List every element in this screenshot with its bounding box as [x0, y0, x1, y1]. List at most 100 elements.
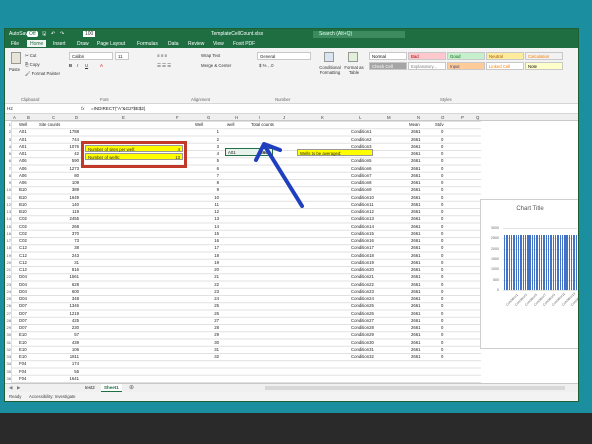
- wrap-text-button[interactable]: Wrap Text: [201, 53, 220, 58]
- tab-review[interactable]: Review: [188, 41, 204, 47]
- site-count-cell[interactable]: 109: [63, 180, 79, 185]
- site-count-cell[interactable]: 1561: [63, 274, 79, 279]
- site-count-cell[interactable]: 1219: [63, 311, 79, 316]
- condition-cell[interactable]: Condition16: [351, 238, 374, 243]
- site-count-cell[interactable]: 1641: [63, 376, 79, 381]
- format-painter-button[interactable]: 🖌 Format Painter: [25, 71, 60, 77]
- row-number[interactable]: 6: [5, 158, 11, 163]
- g-index-cell[interactable]: 7: [211, 173, 219, 178]
- row-number[interactable]: 4: [5, 144, 11, 149]
- mean-cell[interactable]: 2661: [411, 303, 421, 308]
- tab-home[interactable]: Home: [27, 40, 47, 48]
- font-name-select[interactable]: Calibri: [69, 52, 113, 60]
- mean-cell[interactable]: 2661: [411, 311, 421, 316]
- row-number[interactable]: 11: [5, 195, 11, 200]
- well-cell[interactable]: A01: [19, 144, 27, 149]
- save-icon[interactable]: 🖫: [42, 31, 46, 39]
- column-header-O[interactable]: O: [441, 115, 444, 120]
- column-header-M[interactable]: M: [387, 115, 391, 120]
- next-sheet-icon[interactable]: ▶: [17, 385, 20, 391]
- condition-cell[interactable]: Condition19: [351, 260, 374, 265]
- add-sheet-icon[interactable]: ⊕: [129, 384, 134, 391]
- stdv-cell[interactable]: 0: [441, 267, 443, 272]
- cell-style-5[interactable]: Check Cell: [369, 62, 407, 70]
- stdv-cell[interactable]: 0: [441, 274, 443, 279]
- g-index-cell[interactable]: 9: [211, 187, 219, 192]
- mean-cell[interactable]: 2661: [411, 238, 421, 243]
- row-number[interactable]: 5: [5, 151, 11, 156]
- condition-cell[interactable]: Condition31: [351, 347, 374, 352]
- g-index-cell[interactable]: 23: [211, 289, 219, 294]
- condition-cell[interactable]: Condition20: [351, 267, 374, 272]
- row-number[interactable]: 17: [5, 238, 11, 243]
- row-number[interactable]: 24: [5, 289, 11, 294]
- stdv-cell[interactable]: 0: [441, 216, 443, 221]
- column-header-K[interactable]: K: [321, 115, 324, 120]
- stdv-cell[interactable]: 0: [441, 195, 443, 200]
- tab-foxit-pdf[interactable]: Foxit PDF: [233, 41, 255, 47]
- mean-cell[interactable]: 2661: [411, 129, 421, 134]
- mean-cell[interactable]: 2661: [411, 340, 421, 345]
- row-number[interactable]: 29: [5, 325, 11, 330]
- site-count-cell[interactable]: 628: [63, 282, 79, 287]
- cell-style-0[interactable]: Normal: [369, 52, 407, 60]
- mean-cell[interactable]: 2661: [411, 151, 421, 156]
- g-index-cell[interactable]: 10: [211, 195, 219, 200]
- stdv-cell[interactable]: 0: [441, 332, 443, 337]
- mean-cell[interactable]: 2661: [411, 296, 421, 301]
- well-cell[interactable]: C02: [19, 231, 27, 236]
- condition-cell[interactable]: Condition29: [351, 332, 374, 337]
- well-cell[interactable]: C12: [19, 253, 27, 258]
- condition-cell[interactable]: Condition6: [351, 166, 372, 171]
- site-count-cell[interactable]: 439: [63, 340, 79, 345]
- stdv-cell[interactable]: 0: [441, 209, 443, 214]
- site-count-cell[interactable]: 243: [63, 253, 79, 258]
- condition-cell[interactable]: Condition26: [351, 311, 374, 316]
- number-of-wells-cell[interactable]: Number of wells: 13: [85, 153, 183, 160]
- condition-cell[interactable]: Condition24: [351, 296, 374, 301]
- stdv-cell[interactable]: 0: [441, 340, 443, 345]
- g-index-cell[interactable]: 31: [211, 347, 219, 352]
- g-index-cell[interactable]: 11: [211, 202, 219, 207]
- site-count-cell[interactable]: 73: [63, 238, 79, 243]
- site-count-cell[interactable]: 80: [63, 173, 79, 178]
- well-cell[interactable]: A01: [19, 129, 27, 134]
- font-color-icon[interactable]: A: [100, 63, 103, 68]
- row-number[interactable]: 27: [5, 311, 11, 316]
- cell-style-1[interactable]: Bad: [408, 52, 446, 60]
- row-number[interactable]: 16: [5, 231, 11, 236]
- row-number[interactable]: 35: [5, 369, 11, 374]
- column-header-F[interactable]: F: [176, 115, 179, 120]
- row-number[interactable]: 10: [5, 187, 11, 192]
- site-count-cell[interactable]: 389: [63, 187, 79, 192]
- tab-insert[interactable]: Insert: [53, 41, 66, 47]
- mean-cell[interactable]: 2661: [411, 354, 421, 359]
- site-count-cell[interactable]: 38: [63, 245, 79, 250]
- row-number[interactable]: 26: [5, 303, 11, 308]
- row-number[interactable]: 23: [5, 282, 11, 287]
- well-cell[interactable]: F04: [19, 369, 26, 374]
- cell-style-6[interactable]: Explanatory...: [408, 62, 446, 70]
- column-header-P[interactable]: P: [461, 115, 464, 120]
- font-size-select[interactable]: 11: [115, 52, 129, 60]
- zoom-select[interactable]: 100: [83, 31, 96, 37]
- mean-cell[interactable]: 2661: [411, 224, 421, 229]
- mean-cell[interactable]: 2661: [411, 158, 421, 163]
- condition-cell[interactable]: Condition5: [351, 158, 372, 163]
- condition-cell[interactable]: Condition18: [351, 253, 374, 258]
- well-cell[interactable]: D07: [19, 325, 27, 330]
- row-number[interactable]: 19: [5, 253, 11, 258]
- g-index-cell[interactable]: 20: [211, 267, 219, 272]
- column-header-A[interactable]: A: [13, 115, 16, 120]
- well-cell[interactable]: C12: [19, 267, 27, 272]
- well-cell[interactable]: C12: [19, 260, 27, 265]
- stdv-cell[interactable]: 0: [441, 253, 443, 258]
- well-cell[interactable]: B10: [19, 195, 27, 200]
- site-count-cell[interactable]: 348: [63, 296, 79, 301]
- well-cell[interactable]: D07: [19, 311, 27, 316]
- mean-cell[interactable]: 2661: [411, 180, 421, 185]
- stdv-cell[interactable]: 0: [441, 296, 443, 301]
- mean-cell[interactable]: 2661: [411, 144, 421, 149]
- row-number[interactable]: 1: [5, 122, 11, 127]
- site-count-cell[interactable]: 1346: [63, 303, 79, 308]
